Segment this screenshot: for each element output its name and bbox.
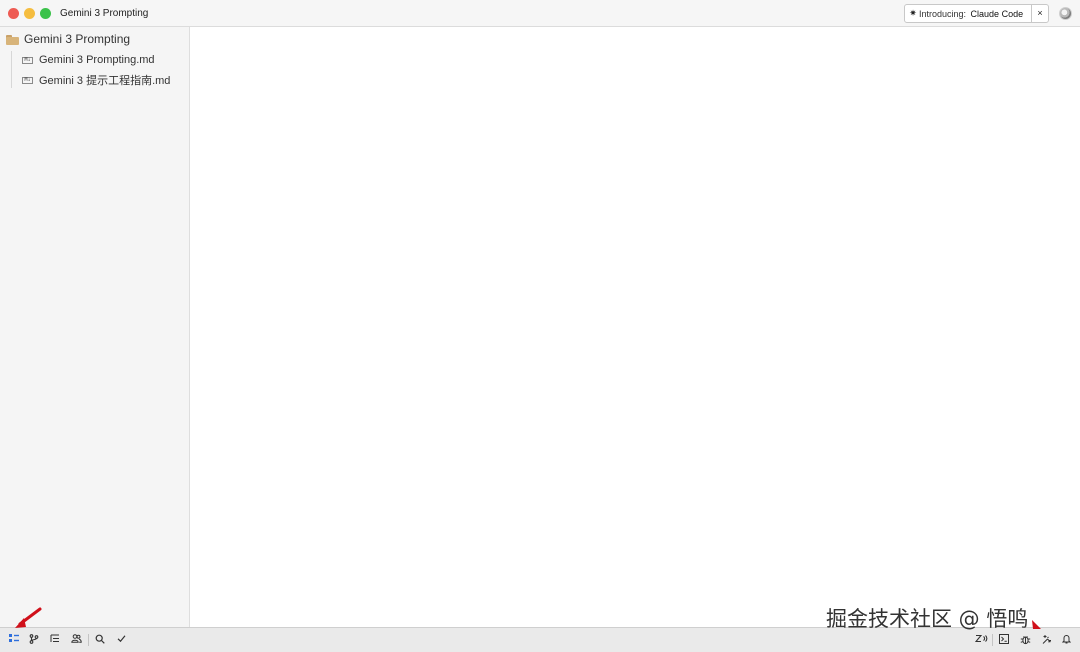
terminal-icon[interactable] <box>997 633 1011 647</box>
banner-product: Claude Code <box>970 8 1024 19</box>
diagnostics-check-icon[interactable] <box>114 633 128 647</box>
project-panel: Gemini 3 Prompting M↓ Gemini 3 Prompting… <box>0 27 190 627</box>
markdown-file-icon: M↓ <box>22 76 33 84</box>
watermark-text: 掘金技术社区 @ 悟鸣 <box>826 607 1029 631</box>
folder-label: Gemini 3 Prompting <box>24 32 131 46</box>
window-minimize-button[interactable] <box>24 8 35 19</box>
title-bar: Gemini 3 Prompting ✷ Introducing: Claude… <box>0 0 1080 27</box>
debugger-icon[interactable] <box>1018 633 1032 647</box>
tree-root-folder[interactable]: Gemini 3 Prompting <box>6 31 130 47</box>
sparkle-icon: ✷ <box>909 8 917 18</box>
status-separator <box>88 634 89 646</box>
annotation-arrow <box>1032 620 1041 629</box>
window-maximize-button[interactable] <box>40 8 51 19</box>
window-close-button[interactable] <box>8 8 19 19</box>
file-item[interactable]: M↓ Gemini 3 Prompting.md <box>22 52 155 68</box>
status-separator <box>992 634 993 646</box>
window-title: Gemini 3 Prompting <box>60 8 149 19</box>
banner-text: Introducing: Claude Code <box>919 9 1023 19</box>
banner-close-button[interactable]: × <box>1031 5 1048 22</box>
banner-prefix: Introducing: <box>919 8 967 19</box>
assistant-sparkle-icon[interactable] <box>1039 633 1053 647</box>
project-panel-icon[interactable] <box>7 633 21 647</box>
file-label: Gemini 3 提示工程指南.md <box>39 75 171 87</box>
markdown-file-icon: M↓ <box>22 56 33 64</box>
collaborators-icon[interactable] <box>69 633 83 647</box>
tree-indent-guide <box>11 51 12 88</box>
introducing-banner[interactable]: ✷ Introducing: Claude Code × <box>904 4 1049 23</box>
file-item[interactable]: M↓ Gemini 3 提示工程指南.md <box>22 72 170 88</box>
outline-icon[interactable] <box>48 633 62 647</box>
folder-icon <box>6 34 20 45</box>
user-avatar[interactable] <box>1059 7 1072 20</box>
git-branch-icon[interactable] <box>27 633 41 647</box>
search-icon[interactable] <box>93 633 107 647</box>
file-label: Gemini 3 Prompting.md <box>39 54 155 66</box>
notification-bell-icon[interactable] <box>1059 633 1073 647</box>
annotation-arrow <box>15 607 42 628</box>
zed-edit-prediction-icon[interactable] <box>973 633 989 647</box>
editor-pane[interactable] <box>191 27 1080 627</box>
